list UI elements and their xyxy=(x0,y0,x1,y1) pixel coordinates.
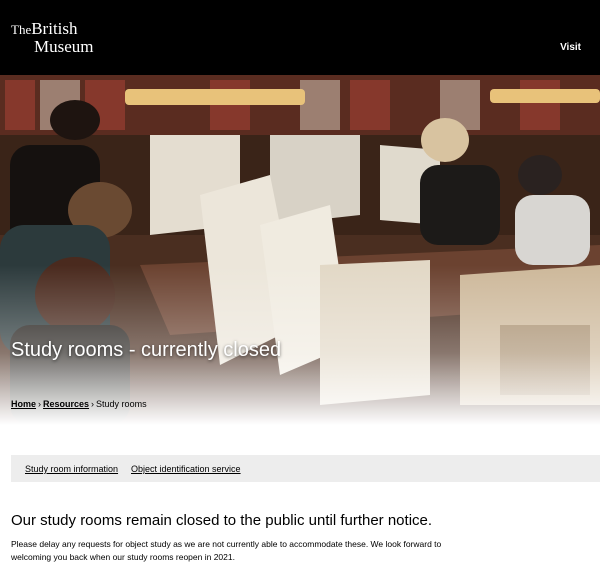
hero-banner: Study rooms - currently closed Home › Reso… xyxy=(0,75,600,425)
british-museum-logo[interactable]: TheBritish Museum xyxy=(11,20,94,55)
logo-museum: Museum xyxy=(34,37,94,56)
breadcrumb-separator: › xyxy=(38,399,42,409)
breadcrumb-resources[interactable]: Resources xyxy=(43,399,89,409)
breadcrumb-home[interactable]: Home xyxy=(11,399,36,409)
notice-paragraph: Please delay any requests for object stu… xyxy=(11,539,442,562)
site-header: TheBritish Museum Visit xyxy=(0,0,600,75)
breadcrumb-separator: › xyxy=(91,399,95,409)
logo-british: British xyxy=(31,19,78,38)
logo-the: The xyxy=(11,22,32,37)
subnav-object-identification[interactable]: Object identification service xyxy=(131,464,241,474)
subnav-study-room-information[interactable]: Study room information xyxy=(25,464,118,474)
visit-link[interactable]: Visit xyxy=(560,42,581,53)
study-room-photo xyxy=(0,75,600,425)
page-title: Study rooms - currently closed xyxy=(11,339,282,361)
breadcrumb-current: Study rooms xyxy=(96,399,147,409)
section-subnav: Study room information Object identifica… xyxy=(11,455,600,482)
notice-heading: Our study rooms remain closed to the pub… xyxy=(11,512,433,529)
breadcrumb: Home › Resources › Study rooms xyxy=(11,399,147,409)
